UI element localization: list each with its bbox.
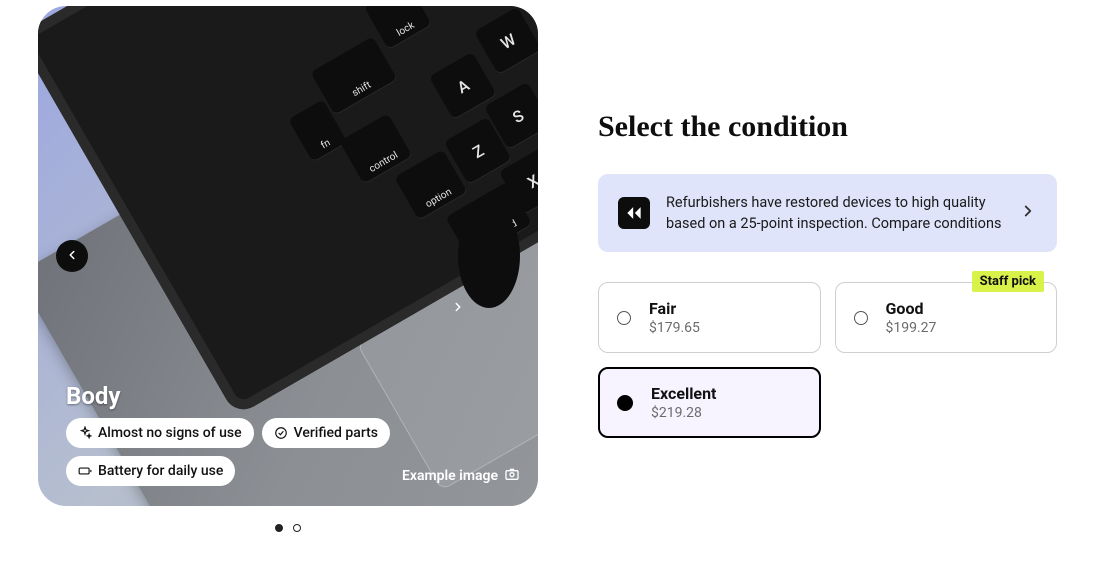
carousel-dot[interactable] [275,524,283,532]
condition-options: Fair $179.65 Staff pick Good $199.27 Exc… [598,282,1057,438]
example-image-label: Example image [402,466,520,486]
condition-option-excellent[interactable]: Excellent $219.28 [598,367,821,438]
chip-label: Verified parts [294,425,378,441]
feature-chip: Almost no signs of use [66,418,254,448]
feature-chip: Battery for daily use [66,456,235,486]
image-title: Body [66,382,120,410]
option-price: $199.27 [886,320,937,336]
chevron-right-icon [1019,202,1037,224]
carousel-dot[interactable] [293,524,301,532]
sparkle-icon [78,426,92,440]
camera-icon [504,466,520,486]
chip-label: Battery for daily use [98,463,223,479]
check-circle-icon [274,426,288,440]
option-price: $219.28 [651,405,716,421]
rewind-icon [618,197,650,229]
radio-indicator [617,311,631,325]
battery-icon [78,464,92,478]
banner-text: Refurbishers have restored devices to hi… [666,192,1003,234]
option-price: $179.65 [649,320,700,336]
option-label: Good [886,299,937,318]
radio-indicator [854,311,868,325]
chevron-left-icon [65,247,79,266]
condition-heading: Select the condition [598,110,1057,144]
feature-chips: Almost no signs of use Verified parts Ba… [66,418,396,486]
feature-chip: Verified parts [262,418,390,448]
carousel-dots [38,524,538,532]
option-label: Fair [649,299,700,318]
condition-option-fair[interactable]: Fair $179.65 [598,282,821,353]
compare-conditions-banner[interactable]: Refurbishers have restored devices to hi… [598,174,1057,252]
chip-label: Almost no signs of use [98,425,242,441]
radio-indicator [617,395,633,411]
chevron-right-icon [451,299,465,318]
carousel-next-button[interactable] [458,204,520,308]
condition-option-good[interactable]: Staff pick Good $199.27 [835,282,1058,353]
product-image-section: lock W shift A S fn control Z option X c… [38,6,538,532]
product-image-carousel: lock W shift A S fn control Z option X c… [38,6,538,506]
option-label: Excellent [651,384,716,403]
carousel-prev-button[interactable] [56,240,88,272]
staff-pick-badge: Staff pick [972,271,1044,292]
condition-selector-panel: Select the condition Refurbishers have r… [598,6,1119,532]
